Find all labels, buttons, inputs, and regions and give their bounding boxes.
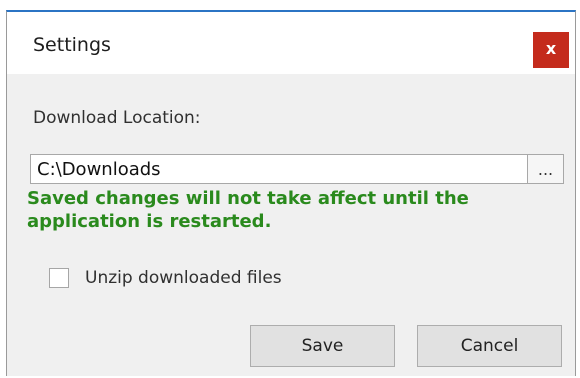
dialog-content: Download Location: ... Saved changes wil… bbox=[7, 74, 575, 376]
unzip-checkbox-label[interactable]: Unzip downloaded files bbox=[85, 268, 282, 288]
download-location-label: Download Location: bbox=[33, 108, 201, 128]
unzip-checkbox[interactable] bbox=[49, 268, 69, 288]
restart-warning-text: Saved changes will not take affect until… bbox=[27, 188, 469, 232]
dialog-titlebar[interactable]: Settings x bbox=[7, 12, 575, 74]
close-icon: x bbox=[545, 39, 557, 58]
close-button[interactable]: x bbox=[533, 32, 569, 68]
screen: Settings x Download Location: ... Saved … bbox=[0, 0, 580, 378]
download-location-input[interactable] bbox=[30, 154, 528, 184]
dialog-title: Settings bbox=[33, 34, 111, 56]
ellipsis-icon: ... bbox=[537, 160, 554, 179]
unzip-option[interactable]: Unzip downloaded files bbox=[49, 266, 282, 290]
background-app-strip bbox=[0, 0, 580, 10]
cancel-button[interactable]: Cancel bbox=[417, 325, 562, 367]
browse-button[interactable]: ... bbox=[528, 154, 564, 184]
settings-dialog: Settings x Download Location: ... Saved … bbox=[6, 10, 576, 376]
save-button[interactable]: Save bbox=[250, 325, 395, 367]
